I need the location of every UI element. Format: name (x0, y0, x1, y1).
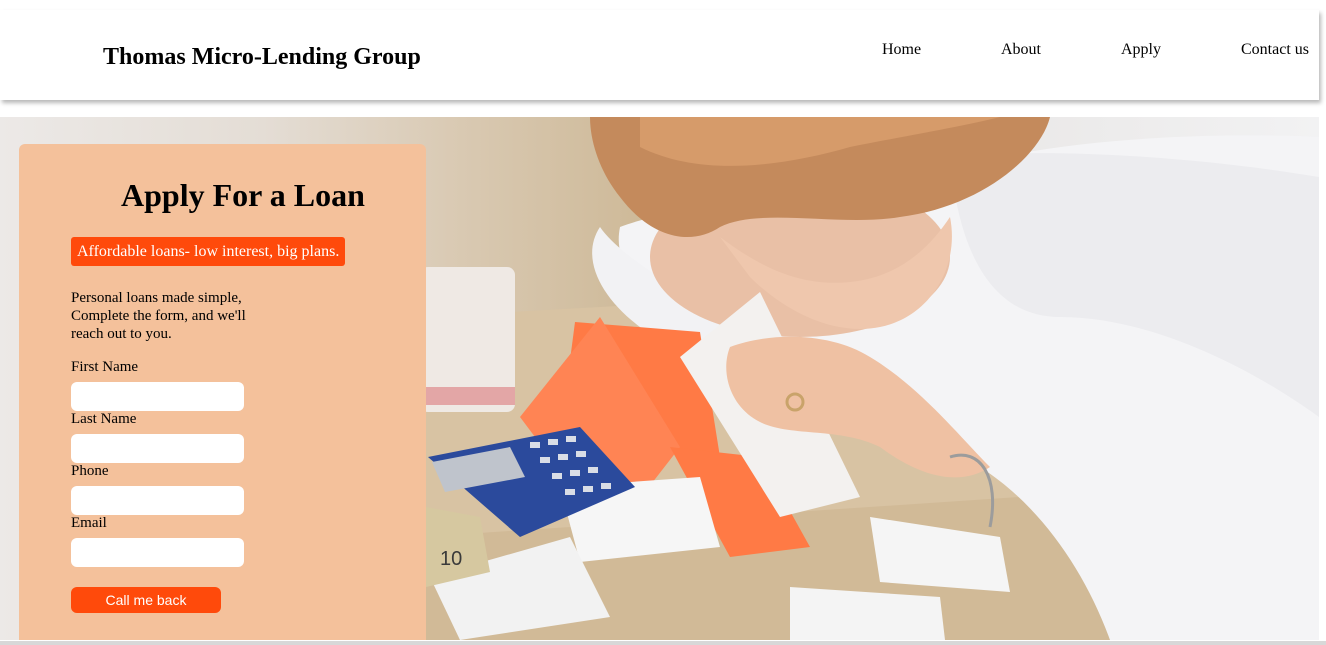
phone-label: Phone (71, 463, 109, 479)
last-name-input[interactable] (71, 434, 244, 463)
horizontal-scrollbar[interactable] (0, 641, 1326, 645)
nav-apply[interactable]: Apply (1121, 41, 1161, 59)
call-me-back-button[interactable]: Call me back (71, 587, 221, 613)
form-title: Apply For a Loan (121, 177, 365, 213)
nav-home[interactable]: Home (882, 41, 921, 59)
first-name-input[interactable] (71, 382, 244, 411)
page: Thomas Micro-Lending Group Home About Ap… (0, 0, 1326, 645)
site-header: Thomas Micro-Lending Group Home About Ap… (0, 10, 1319, 100)
loan-application-panel: Apply For a Loan Affordable loans- low i… (19, 144, 426, 640)
form-intro-text: Personal loans made simple, Complete the… (71, 290, 246, 342)
email-label: Email (71, 515, 107, 531)
email-input[interactable] (71, 538, 244, 567)
brand-title[interactable]: Thomas Micro-Lending Group (103, 44, 421, 71)
tagline-badge: Affordable loans- low interest, big plan… (71, 237, 346, 266)
phone-input[interactable] (71, 486, 244, 515)
last-name-label: Last Name (71, 411, 137, 427)
first-name-label: First Name (71, 359, 139, 375)
banknote-number: 10 (440, 548, 462, 570)
nav-contact-us[interactable]: Contact us (1241, 41, 1309, 59)
nav-about[interactable]: About (1001, 41, 1041, 59)
